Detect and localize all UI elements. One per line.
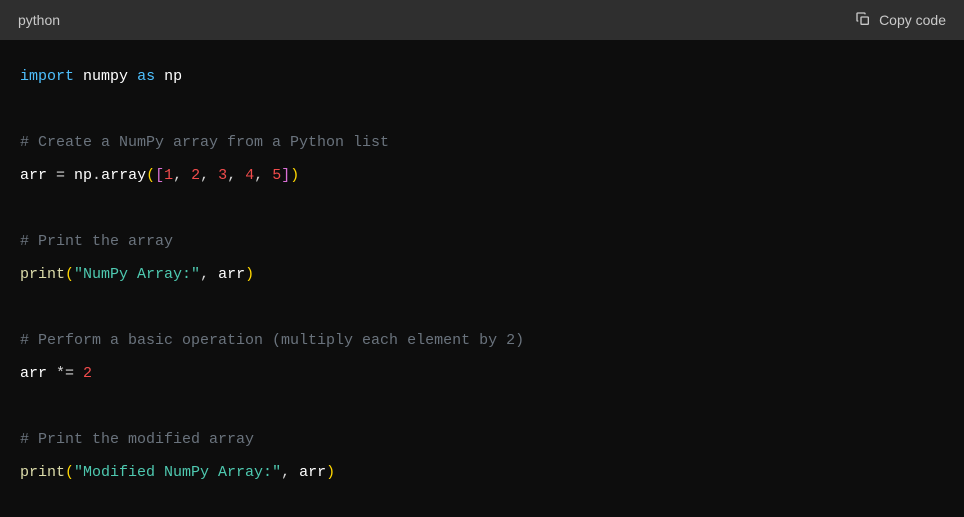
- builtin-print: print: [20, 464, 65, 481]
- paren-open: (: [65, 464, 74, 481]
- builtin-print: print: [20, 266, 65, 283]
- comma: ,: [254, 167, 272, 184]
- variable: arr: [20, 167, 47, 184]
- code-line: # Create a NumPy array from a Python lis…: [20, 126, 944, 159]
- code-line: arr = np.array([1, 2, 3, 4, 5]): [20, 159, 944, 192]
- code-line: # Print the array: [20, 225, 944, 258]
- object: np: [74, 167, 92, 184]
- blank-line: [20, 291, 944, 324]
- comma: ,: [200, 266, 218, 283]
- code-line: import numpy as np: [20, 60, 944, 93]
- language-label: python: [18, 12, 60, 28]
- code-line: print("Modified NumPy Array:", arr): [20, 456, 944, 489]
- keyword-import: import: [20, 68, 74, 85]
- number-literal: 5: [272, 167, 281, 184]
- number-literal: 2: [83, 365, 92, 382]
- operator: *=: [47, 365, 83, 382]
- paren-close: ): [326, 464, 335, 481]
- blank-line: [20, 390, 944, 423]
- code-line: print("NumPy Array:", arr): [20, 258, 944, 291]
- variable: arr: [20, 365, 47, 382]
- variable: arr: [299, 464, 326, 481]
- method: array: [101, 167, 146, 184]
- copy-icon: [855, 11, 871, 30]
- paren-open: (: [146, 167, 155, 184]
- comment: # Print the modified array: [20, 431, 254, 448]
- comma: ,: [200, 167, 218, 184]
- operator: =: [47, 167, 74, 184]
- number-literal: 2: [191, 167, 200, 184]
- module-name: numpy: [83, 68, 128, 85]
- comma: ,: [281, 464, 299, 481]
- comment: # Print the array: [20, 233, 173, 250]
- blank-line: [20, 93, 944, 126]
- number-literal: 1: [164, 167, 173, 184]
- code-header: python Copy code: [0, 0, 964, 40]
- number-literal: 4: [245, 167, 254, 184]
- paren-close: ): [245, 266, 254, 283]
- bracket-close: ]: [281, 167, 290, 184]
- copy-label: Copy code: [879, 12, 946, 28]
- code-line: arr *= 2: [20, 357, 944, 390]
- comment: # Perform a basic operation (multiply ea…: [20, 332, 524, 349]
- paren-open: (: [65, 266, 74, 283]
- module-alias: np: [164, 68, 182, 85]
- keyword-as: as: [137, 68, 155, 85]
- string-literal: "Modified NumPy Array:": [74, 464, 281, 481]
- comment: # Create a NumPy array from a Python lis…: [20, 134, 389, 151]
- copy-code-button[interactable]: Copy code: [855, 11, 946, 30]
- number-literal: 3: [218, 167, 227, 184]
- bracket-open: [: [155, 167, 164, 184]
- variable: arr: [218, 266, 245, 283]
- comma: ,: [227, 167, 245, 184]
- blank-line: [20, 192, 944, 225]
- code-line: # Print the modified array: [20, 423, 944, 456]
- code-line: # Perform a basic operation (multiply ea…: [20, 324, 944, 357]
- paren-close: ): [290, 167, 299, 184]
- string-literal: "NumPy Array:": [74, 266, 200, 283]
- dot: .: [92, 167, 101, 184]
- code-block: import numpy as np # Create a NumPy array…: [0, 40, 964, 509]
- comma: ,: [173, 167, 191, 184]
